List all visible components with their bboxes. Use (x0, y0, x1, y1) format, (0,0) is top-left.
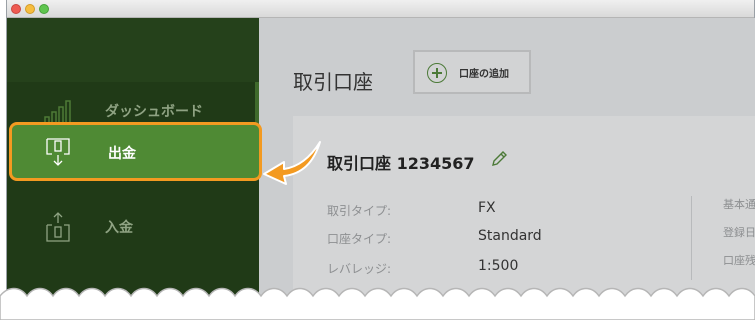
detail-label: レバレッジ: (327, 262, 392, 276)
deposit-icon (46, 212, 70, 242)
detail-label: 口座残 (723, 254, 755, 267)
detail-label: 取引タイプ: (327, 204, 392, 218)
sidebar-item-deposit[interactable]: 入金 (7, 198, 259, 256)
detail-label: 登録日 (723, 226, 755, 239)
detail-value: FX (478, 200, 496, 216)
add-account-button[interactable]: 口座の追加 (413, 50, 531, 94)
detail-label: 基本通 (723, 198, 755, 211)
minimize-window-button[interactable] (25, 4, 35, 14)
sidebar-item-label: 入金 (105, 220, 133, 236)
sidebar-item-label: ダッシュボード (105, 104, 203, 120)
title-bar (7, 0, 754, 18)
detail-value: 1:500 (478, 258, 519, 274)
sidebar-header (7, 18, 259, 82)
column-divider (691, 196, 692, 280)
pencil-icon[interactable] (490, 150, 508, 168)
add-account-label: 口座の追加 (459, 69, 509, 80)
app-window: ダッシュボード 入金 取引口座 口座の追加 取引口座 1234567 取引タイプ… (6, 0, 755, 300)
callout-arrow-icon (263, 141, 321, 185)
account-title: 取引口座 1234567 (327, 154, 475, 173)
detail-label: 口座タイプ: (327, 232, 392, 246)
close-window-button[interactable] (11, 4, 21, 14)
detail-value: Standard (478, 228, 542, 244)
withdraw-icon (46, 138, 70, 166)
torn-edge (0, 287, 755, 320)
maximize-window-button[interactable] (39, 4, 49, 14)
main-content: 取引口座 口座の追加 取引口座 1234567 取引タイプ: FX 口座タイプ:… (259, 18, 755, 300)
plus-circle-icon (427, 63, 447, 83)
page-title: 取引口座 (293, 70, 373, 94)
sidebar-item-label: 出金 (108, 146, 136, 162)
account-card: 取引口座 1234567 取引タイプ: FX 口座タイプ: Standard レ… (293, 116, 755, 300)
sidebar-item-withdraw[interactable]: 出金 (9, 122, 262, 181)
